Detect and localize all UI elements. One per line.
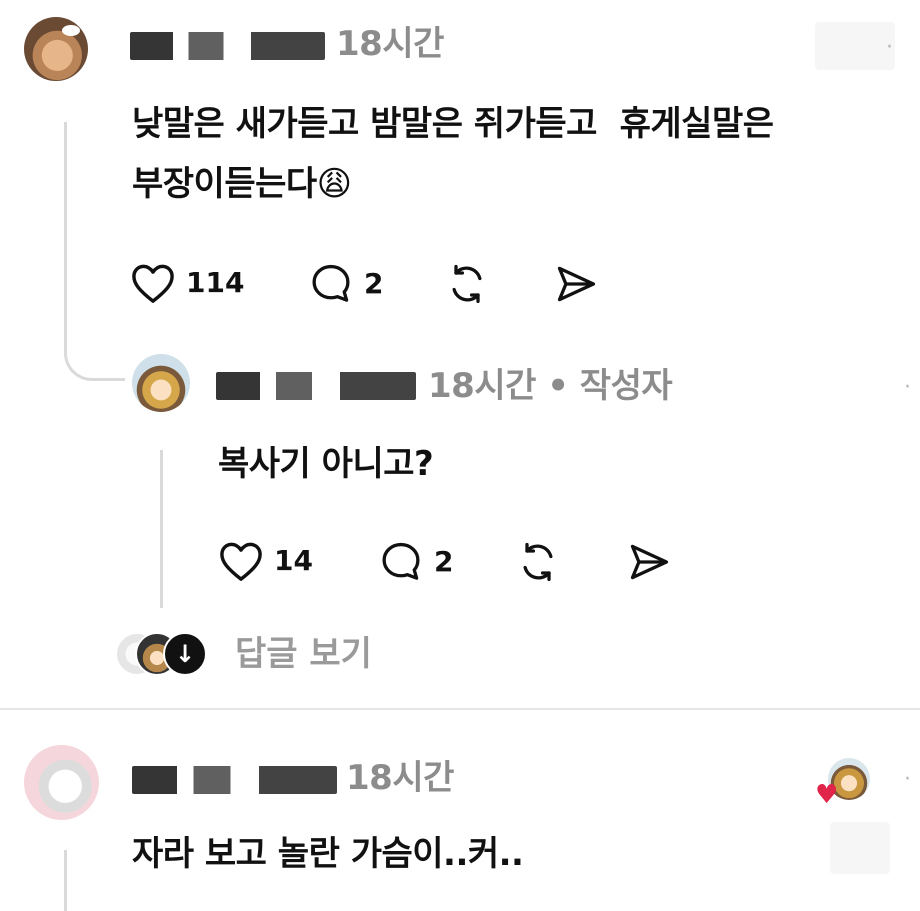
comment-text-line1: 낮말은 새가듣고 밤말은 쥐가듣고 휴게실말은 <box>132 104 774 144</box>
like-button[interactable]: 114 <box>130 262 244 304</box>
arrow-down-icon: ↓ <box>163 632 207 676</box>
more-options-icon[interactable]: · <box>904 768 911 792</box>
repost-button[interactable] <box>444 262 490 310</box>
follow-indicator <box>830 822 890 874</box>
reply-timestamp: 18시간 • 작성자 <box>428 366 673 406</box>
share-icon <box>557 266 596 302</box>
commenter-avatar[interactable] <box>24 17 88 81</box>
reply-button[interactable]: 2 <box>378 540 453 584</box>
thread-connector <box>64 330 125 381</box>
repost-button[interactable] <box>515 540 561 588</box>
reply-count: 2 <box>364 267 384 300</box>
repost-icon <box>523 542 553 582</box>
comment-text: 자라 보고 놀란 가슴이..커.. <box>132 834 524 874</box>
comment-timestamp: 18시간 <box>346 758 454 798</box>
reply-username[interactable] <box>216 372 416 400</box>
thread-line <box>64 122 67 348</box>
share-icon <box>630 544 669 580</box>
more-options-icon[interactable]: · <box>904 376 911 400</box>
comment-text-line2: 부장이듣는다😩 <box>132 164 352 204</box>
like-count: 14 <box>274 544 313 577</box>
reply-count: 2 <box>434 545 454 578</box>
thread-line <box>64 850 67 911</box>
comment-timestamp: 18시간 <box>336 24 444 64</box>
liked-by-author-heart-icon: ♥ <box>815 780 839 810</box>
reply-thread-line <box>160 450 163 608</box>
share-button[interactable] <box>552 262 600 310</box>
follow-indicator <box>815 22 895 70</box>
heart-icon <box>220 542 262 581</box>
more-options-icon[interactable]: · <box>886 36 893 60</box>
view-replies-link[interactable]: 답글 보기 <box>235 632 372 676</box>
reply-author-avatar[interactable] <box>132 354 190 412</box>
commenter-username[interactable] <box>130 32 325 60</box>
reply-button[interactable]: 2 <box>308 262 383 306</box>
reply-text: 복사기 아니고? <box>218 444 434 484</box>
comment-icon <box>312 264 350 302</box>
commenter-avatar[interactable] <box>24 745 99 820</box>
comment-icon <box>382 542 420 580</box>
heart-icon <box>132 264 174 303</box>
like-button[interactable]: 14 <box>218 540 313 582</box>
author-tag: • 작성자 <box>547 366 673 406</box>
like-count: 114 <box>186 266 245 299</box>
commenter-username[interactable] <box>132 766 337 794</box>
repost-icon <box>452 264 482 304</box>
reply-avatars[interactable]: ↓ <box>115 632 215 676</box>
divider <box>0 708 920 710</box>
share-button[interactable] <box>625 540 673 588</box>
